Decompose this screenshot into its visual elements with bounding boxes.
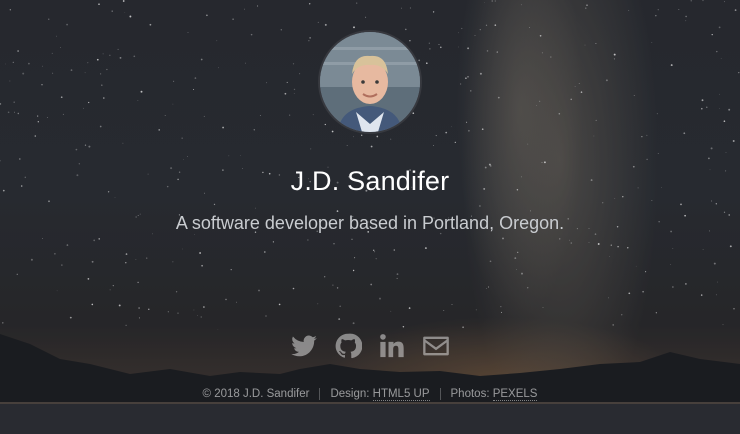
github-icon xyxy=(335,333,362,359)
envelope-icon xyxy=(423,336,449,356)
photos-credit: Photos: PEXELS xyxy=(441,388,548,401)
linkedin-link[interactable] xyxy=(378,330,406,362)
avatar-portrait xyxy=(320,32,420,132)
email-link[interactable] xyxy=(422,330,450,362)
twitter-link[interactable] xyxy=(290,330,318,362)
copyright-text: © 2018 J.D. Sandifer xyxy=(202,388,310,400)
main-content: J.D. Sandifer A software developer based… xyxy=(0,0,740,434)
github-link[interactable] xyxy=(334,330,362,362)
profile-name: J.D. Sandifer xyxy=(290,166,450,196)
avatar xyxy=(320,32,420,132)
linkedin-icon xyxy=(380,334,404,358)
social-links xyxy=(0,330,740,362)
html5up-link[interactable]: HTML5 UP xyxy=(372,388,430,401)
photos-label: Photos: xyxy=(450,388,493,400)
profile-tagline: A software developer based in Portland, … xyxy=(175,213,565,233)
design-credit: Design: HTML5 UP xyxy=(320,388,439,401)
twitter-icon xyxy=(291,335,317,357)
pexels-link[interactable]: PEXELS xyxy=(492,388,538,401)
footer: © 2018 J.D. Sandifer Design: HTML5 UP Ph… xyxy=(0,388,740,401)
design-label: Design: xyxy=(330,388,373,400)
